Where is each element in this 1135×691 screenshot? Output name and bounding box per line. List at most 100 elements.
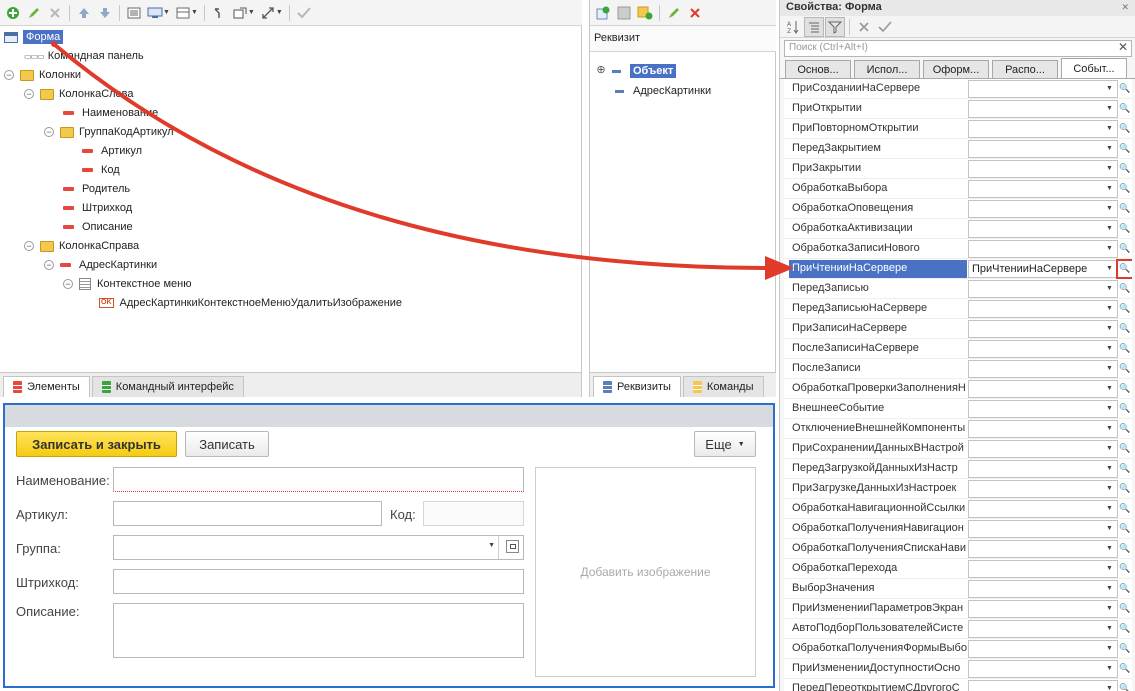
event-row[interactable]: АвтоПодборПользователейСисте ▼ 🔍	[784, 619, 1132, 639]
close-icon[interactable]: ✕	[1121, 2, 1129, 13]
expand-icon[interactable]: ⊕	[596, 65, 606, 76]
tree-node-parent[interactable]: Родитель	[63, 180, 130, 198]
event-row[interactable]: ПередЗакрытием ▼ 🔍	[784, 139, 1132, 159]
chevron-down-icon[interactable]: ▼	[1103, 582, 1116, 596]
chevron-down-icon[interactable]: ▼	[1103, 202, 1116, 216]
tab-elements[interactable]: Элементы	[3, 376, 90, 397]
event-row[interactable]: ПередЗаписьюНаСервере ▼ 🔍	[784, 299, 1132, 319]
open-handler-icon[interactable]: 🔍	[1118, 480, 1132, 498]
chevron-down-icon[interactable]: ▼	[1103, 682, 1116, 691]
chevron-down-icon[interactable]: ▼	[1103, 562, 1116, 576]
open-handler-icon[interactable]: 🔍	[1118, 320, 1132, 338]
chevron-down-icon[interactable]: ▼	[1103, 462, 1116, 476]
open-handler-icon[interactable]: 🔍	[1118, 120, 1132, 138]
tree-node-code[interactable]: Код	[82, 161, 120, 179]
event-handler-field[interactable]: ▼	[968, 140, 1118, 158]
event-row[interactable]: ОбработкаПолученияСпискаНави ▼ 🔍	[784, 539, 1132, 559]
categories-icon[interactable]	[804, 16, 824, 37]
chevron-down-icon[interactable]: ▼	[1103, 642, 1116, 656]
event-handler-field[interactable]: ▼	[968, 120, 1118, 138]
event-handler-field[interactable]: ▼	[968, 580, 1118, 598]
event-row[interactable]: ОбработкаПроверкиЗаполненияН ▼ 🔍	[784, 379, 1132, 399]
chevron-down-icon[interactable]: ▼	[1103, 102, 1116, 116]
open-handler-icon[interactable]: 🔍	[1118, 420, 1132, 438]
open-handler-icon[interactable]: 🔍	[1118, 520, 1132, 538]
chevron-down-icon[interactable]: ▼	[1103, 162, 1116, 176]
open-handler-icon[interactable]: 🔍	[1118, 300, 1132, 318]
tab-layout[interactable]: Распо...	[992, 60, 1058, 78]
event-row[interactable]: ОбработкаНавигационнойСсылки ▼ 🔍	[784, 499, 1132, 519]
event-row[interactable]: ОбработкаПолученияНавигацион ▼ 🔍	[784, 519, 1132, 539]
open-handler-icon[interactable]: 🔍	[1118, 680, 1132, 691]
event-row[interactable]: ПриИзмененииПараметровЭкран ▼ 🔍	[784, 599, 1132, 619]
collapse-icon[interactable]: −	[4, 70, 14, 80]
open-handler-icon[interactable]: 🔍	[1118, 80, 1132, 98]
collapse-icon[interactable]: −	[24, 89, 34, 99]
move-up-icon[interactable]	[74, 3, 94, 23]
open-handler-icon[interactable]: 🔍	[1118, 180, 1132, 198]
layout-icon[interactable]	[173, 3, 193, 23]
preview-icon[interactable]	[145, 3, 165, 23]
save-and-close-button[interactable]: Записать и закрыть	[16, 431, 177, 457]
event-handler-field[interactable]: ▼	[968, 560, 1118, 578]
event-handler-field[interactable]: ▼	[968, 220, 1118, 238]
save-button[interactable]: Записать	[185, 431, 269, 457]
tab-events[interactable]: Событ...	[1061, 58, 1127, 78]
event-handler-field[interactable]: ▼	[968, 640, 1118, 658]
filter-icon[interactable]	[825, 16, 845, 37]
event-row[interactable]: ПриЗакрытии ▼ 🔍	[784, 159, 1132, 179]
chevron-down-icon[interactable]: ▼	[1103, 542, 1116, 556]
tree-node-left-column[interactable]: − КолонкаСлева	[24, 85, 134, 103]
description-field[interactable]	[113, 603, 524, 658]
event-handler-field[interactable]: ▼	[968, 440, 1118, 458]
event-handler-field[interactable]: ▼	[968, 160, 1118, 178]
tree-node-barcode[interactable]: Штрихкод	[63, 199, 132, 217]
chevron-down-icon[interactable]: ▼	[1103, 302, 1116, 316]
event-row[interactable]: ПриЧтенииНаСервере ПриЧтенииНаСервере ▼ 🔍	[784, 259, 1132, 279]
name-field[interactable]	[113, 467, 524, 492]
event-row[interactable]: ОтключениеВнешнейКомпоненты ▼ 🔍	[784, 419, 1132, 439]
event-row[interactable]: ПриИзмененииДоступностиОсно ▼ 🔍	[784, 659, 1132, 679]
event-handler-field[interactable]: ▼	[968, 180, 1118, 198]
chevron-down-icon[interactable]: ▼	[1103, 222, 1116, 236]
chevron-down-icon[interactable]: ▼	[1103, 482, 1116, 496]
add-nested-icon[interactable]	[635, 3, 655, 23]
event-handler-field[interactable]: ▼	[968, 420, 1118, 438]
event-row[interactable]: ПослеЗаписиНаСервере ▼ 🔍	[784, 339, 1132, 359]
article-field[interactable]	[113, 501, 382, 526]
chevron-down-icon[interactable]: ▼	[1103, 622, 1116, 636]
open-handler-icon[interactable]: 🔍	[1118, 380, 1132, 398]
chevron-down-icon[interactable]: ▼	[1103, 442, 1116, 456]
tab-requisites[interactable]: Реквизиты	[593, 376, 681, 397]
event-row[interactable]: ПриСозданииНаСервере ▼ 🔍	[784, 79, 1132, 99]
clear-icon[interactable]	[854, 17, 874, 37]
event-row[interactable]: ОбработкаЗаписиНового ▼ 🔍	[784, 239, 1132, 259]
go-to-icon[interactable]	[209, 3, 229, 23]
event-row[interactable]: ПриОткрытии ▼ 🔍	[784, 99, 1132, 119]
tree-node-delete-image-command[interactable]: OK АдресКартинкиКонтекстноеМенюУдалитьИз…	[99, 294, 402, 312]
requisite-object[interactable]: ⊕ Объект	[596, 62, 677, 80]
open-handler-icon[interactable]: 🔍	[1118, 240, 1132, 258]
event-row[interactable]: ОбработкаПолученияФормыВыбо ▼ 🔍	[784, 639, 1132, 659]
event-row[interactable]: ПередПереоткрытиемСДругогоС ▼ 🔍	[784, 679, 1132, 691]
event-handler-field[interactable]: ▼	[968, 380, 1118, 398]
open-handler-icon[interactable]: 🔍	[1118, 660, 1132, 678]
expand-icon[interactable]	[258, 3, 278, 23]
chevron-down-icon[interactable]: ▼	[1103, 322, 1116, 336]
tree-node-code-article-group[interactable]: − ГруппаКодАртикул	[44, 123, 174, 141]
event-handler-field[interactable]: ▼	[968, 680, 1118, 691]
tab-command-interface[interactable]: Командный интерфейс	[91, 376, 244, 397]
chevron-down-icon[interactable]: ▼	[488, 542, 495, 549]
chevron-down-icon[interactable]: ▼	[1103, 502, 1116, 516]
chevron-down-icon[interactable]: ▼	[276, 9, 283, 16]
event-row[interactable]: ОбработкаВыбора ▼ 🔍	[784, 179, 1132, 199]
chevron-down-icon[interactable]: ▼	[1103, 362, 1116, 376]
collapse-icon[interactable]: −	[44, 127, 54, 137]
open-handler-icon[interactable]: 🔍	[1118, 440, 1132, 458]
check-icon[interactable]	[294, 3, 314, 23]
move-down-icon[interactable]	[95, 3, 115, 23]
event-handler-field[interactable]: ▼	[968, 620, 1118, 638]
open-handler-icon[interactable]: 🔍	[1118, 640, 1132, 658]
delete-icon[interactable]	[45, 3, 65, 23]
collapse-icon[interactable]: −	[44, 260, 54, 270]
